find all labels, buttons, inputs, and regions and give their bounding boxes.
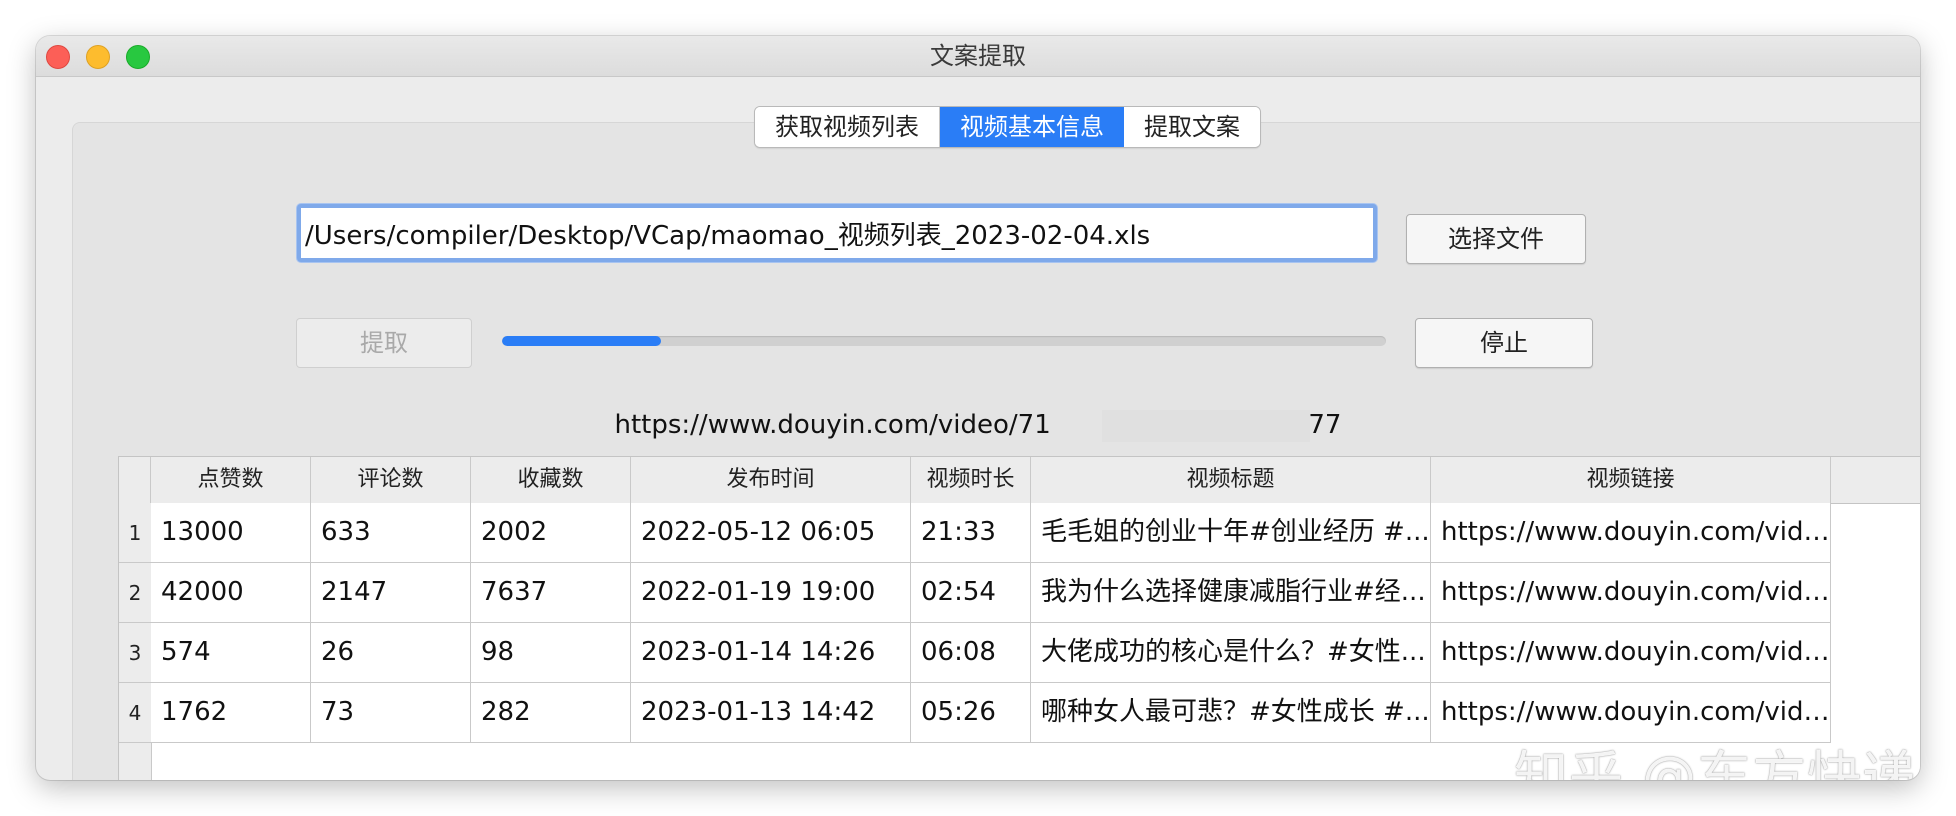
row-number: 1 xyxy=(119,503,151,563)
file-path-input[interactable] xyxy=(297,204,1377,262)
tab-extract-copy[interactable]: 提取文案 xyxy=(1124,107,1260,147)
stop-button[interactable]: 停止 xyxy=(1415,318,1593,368)
app-window: 文案提取 获取视频列表 视频基本信息 提取文案 选择文件 提取 停止 https… xyxy=(36,36,1920,780)
table-cell[interactable]: 2147 xyxy=(311,563,471,623)
table-row[interactable]: 3 574 26 98 2023-01-14 14:26 06:08 大佬成功的核心是什么？… xyxy=(119,623,1835,683)
column-header[interactable]: 评论数 xyxy=(311,457,471,503)
column-header[interactable]: 点赞数 xyxy=(151,457,311,503)
column-header[interactable]: 视频链接 xyxy=(1431,457,1831,503)
table-cell[interactable]: 哪种女人最可悲？#女性成长 #... xyxy=(1031,683,1431,743)
extract-button[interactable]: 提取 xyxy=(296,318,472,368)
row-number: 2 xyxy=(119,563,151,623)
tab-video-list[interactable]: 获取视频列表 xyxy=(755,107,940,147)
header-corner xyxy=(119,457,151,503)
table-cell[interactable]: 我为什么选择健康减脂行业#经... xyxy=(1031,563,1431,623)
table-cell[interactable]: 282 xyxy=(471,683,631,743)
table-header: 点赞数 评论数 收藏数 发布时间 视频时长 视频标题 视频链接 xyxy=(119,457,1920,504)
table-row[interactable]: 2 42000 2147 7637 2022-01-19 19:00 02:54 我为什么选… xyxy=(119,563,1835,623)
table-cell[interactable]: 42000 xyxy=(151,563,311,623)
table-cell[interactable]: https://www.douyin.com/vide... xyxy=(1431,563,1831,623)
table-row[interactable]: 1 13000 633 2002 2022-05-12 06:05 21:33 毛毛姐的创业… xyxy=(119,503,1835,563)
table-cell[interactable]: 633 xyxy=(311,503,471,563)
tab-bar: 获取视频列表 视频基本信息 提取文案 xyxy=(754,106,1261,148)
table-cell[interactable]: https://www.douyin.com/vide... xyxy=(1431,623,1831,683)
table-cell[interactable]: 大佬成功的核心是什么？#女性... xyxy=(1031,623,1431,683)
table-cell[interactable]: 2002 xyxy=(471,503,631,563)
table-cell[interactable]: 98 xyxy=(471,623,631,683)
table-cell[interactable]: 毛毛姐的创业十年#创业经历 #... xyxy=(1031,503,1431,563)
progress-fill xyxy=(502,336,662,346)
table-cell[interactable]: 05:26 xyxy=(911,683,1031,743)
table-cell[interactable]: 26 xyxy=(311,623,471,683)
progress-bar xyxy=(502,336,1386,346)
current-url-label: https://www.douyin.com/video/71 37577 xyxy=(614,410,1342,440)
column-header[interactable]: 视频时长 xyxy=(911,457,1031,503)
table-cell[interactable]: 73 xyxy=(311,683,471,743)
column-header[interactable]: 视频标题 xyxy=(1031,457,1431,503)
table-cell[interactable]: 2023-01-13 14:42 xyxy=(631,683,911,743)
table-cell[interactable]: 2022-05-12 06:05 xyxy=(631,503,911,563)
table-cell[interactable]: 21:33 xyxy=(911,503,1031,563)
row-number: 4 xyxy=(119,683,151,743)
table-cell[interactable]: https://www.douyin.com/vide... xyxy=(1431,503,1831,563)
redacted-area xyxy=(1102,410,1310,442)
table-cell[interactable]: 13000 xyxy=(151,503,311,563)
title-bar: 文案提取 xyxy=(36,36,1920,77)
table-cell[interactable]: 02:54 xyxy=(911,563,1031,623)
tab-video-info[interactable]: 视频基本信息 xyxy=(940,107,1124,147)
column-header[interactable]: 收藏数 xyxy=(471,457,631,503)
choose-file-button[interactable]: 选择文件 xyxy=(1406,214,1586,264)
row-number: 3 xyxy=(119,623,151,683)
table-cell[interactable]: 574 xyxy=(151,623,311,683)
watermark: 知乎 @东方快递 xyxy=(1514,745,1918,780)
window-title: 文案提取 xyxy=(930,42,1026,70)
table-cell[interactable]: 06:08 xyxy=(911,623,1031,683)
table-cell[interactable]: 7637 xyxy=(471,563,631,623)
column-header[interactable]: 发布时间 xyxy=(631,457,911,503)
table-cell[interactable]: 1762 xyxy=(151,683,311,743)
table-cell[interactable]: 2023-01-14 14:26 xyxy=(631,623,911,683)
table-cell[interactable]: 2022-01-19 19:00 xyxy=(631,563,911,623)
